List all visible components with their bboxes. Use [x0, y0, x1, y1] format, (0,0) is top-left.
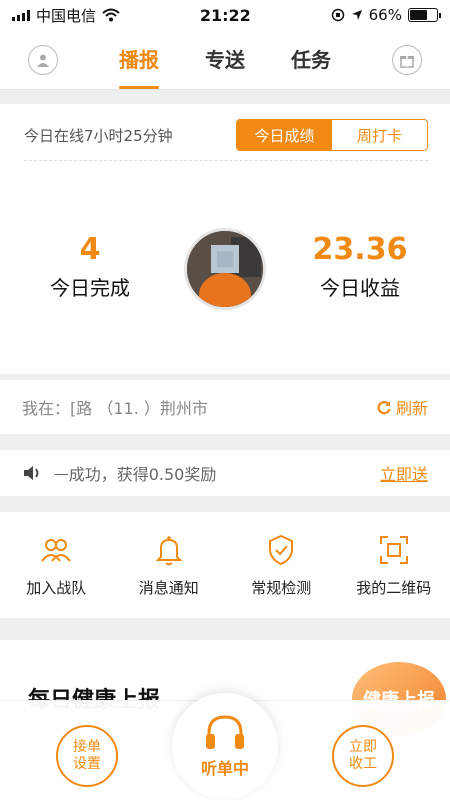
- tab-delivery[interactable]: 专送: [205, 38, 245, 81]
- online-duration: 今日在线7小时25分钟: [24, 126, 173, 145]
- bell-icon: [155, 535, 183, 565]
- today-results-button[interactable]: 今日成绩: [237, 120, 332, 150]
- notice-text: ᅳ成功，获得0.50奖励: [54, 465, 217, 484]
- location-text: 我在：[路 （11. ）荆州市: [22, 399, 208, 418]
- tab-tasks[interactable]: 任务: [291, 38, 331, 81]
- shield-check-icon: [269, 534, 294, 565]
- bottom-bar: 接单设置 听单中 立即收工: [0, 693, 450, 800]
- period-toggle: 今日成绩 周打卡: [236, 119, 428, 151]
- notifications-label: 消息通知: [138, 578, 199, 597]
- top-nav: 播报 专送 任务: [0, 30, 450, 90]
- clock: 21:22: [199, 5, 251, 25]
- earnings-amount: 23.36: [312, 232, 408, 267]
- weekly-checkin-button[interactable]: 周打卡: [332, 120, 427, 150]
- speaker-icon: [24, 466, 39, 480]
- quick-actions: 加入战队 消息通知 常规检测 我的二维码: [0, 512, 450, 618]
- location-row: 我在：[路 （11. ）荆州市 刷新: [0, 380, 450, 434]
- avatar[interactable]: [184, 228, 266, 310]
- location-arrow-icon: [351, 10, 362, 20]
- finish-work-button[interactable]: 立即收工: [332, 725, 394, 787]
- join-team-label: 加入战队: [26, 578, 87, 597]
- battery-icon: [407, 8, 441, 22]
- routine-check-label: 常规检测: [251, 578, 312, 597]
- gift-icon[interactable]: [392, 45, 422, 75]
- refresh-label: 刷新: [395, 399, 428, 418]
- refresh-button[interactable]: 刷新: [376, 395, 428, 419]
- refresh-icon: [377, 401, 391, 415]
- completed-count: 4: [79, 232, 101, 267]
- routine-check-button[interactable]: 常规检测: [226, 533, 336, 598]
- completed-stat[interactable]: 4 今日完成: [20, 232, 160, 301]
- signal-icon: [12, 9, 30, 21]
- order-settings-button[interactable]: 接单设置: [56, 725, 118, 787]
- battery-percent: 66%: [368, 6, 402, 24]
- notifications-button[interactable]: 消息通知: [114, 533, 224, 598]
- carrier-label: 中国电信: [36, 6, 97, 25]
- join-team-button[interactable]: 加入战队: [1, 533, 111, 598]
- summary-card: 今日在线7小时25分钟 今日成绩 周打卡 4 今日完成 23.36 今日收益: [0, 104, 450, 374]
- wifi-icon: [102, 8, 120, 22]
- divider: [24, 160, 428, 161]
- status-bar: 中国电信 21:22 66%: [0, 0, 450, 30]
- earnings-stat[interactable]: 23.36 今日收益: [290, 232, 430, 301]
- qr-code-label: 我的二维码: [356, 578, 432, 597]
- profile-icon[interactable]: [28, 45, 58, 75]
- tab-broadcast[interactable]: 播报: [119, 38, 159, 81]
- qr-code-button[interactable]: 我的二维码: [339, 533, 449, 598]
- rotation-lock-icon: [331, 8, 344, 22]
- deliver-now-link[interactable]: 立即送: [380, 461, 428, 485]
- listening-button[interactable]: 听单中: [172, 693, 278, 799]
- headphones-icon: [206, 715, 244, 749]
- listening-label: 听单中: [200, 759, 249, 778]
- notice-row: ᅳ成功，获得0.50奖励 立即送: [0, 450, 450, 496]
- completed-label: 今日完成: [50, 276, 130, 300]
- earnings-label: 今日收益: [320, 276, 400, 300]
- team-icon: [41, 538, 72, 562]
- qr-scan-icon: [379, 535, 408, 564]
